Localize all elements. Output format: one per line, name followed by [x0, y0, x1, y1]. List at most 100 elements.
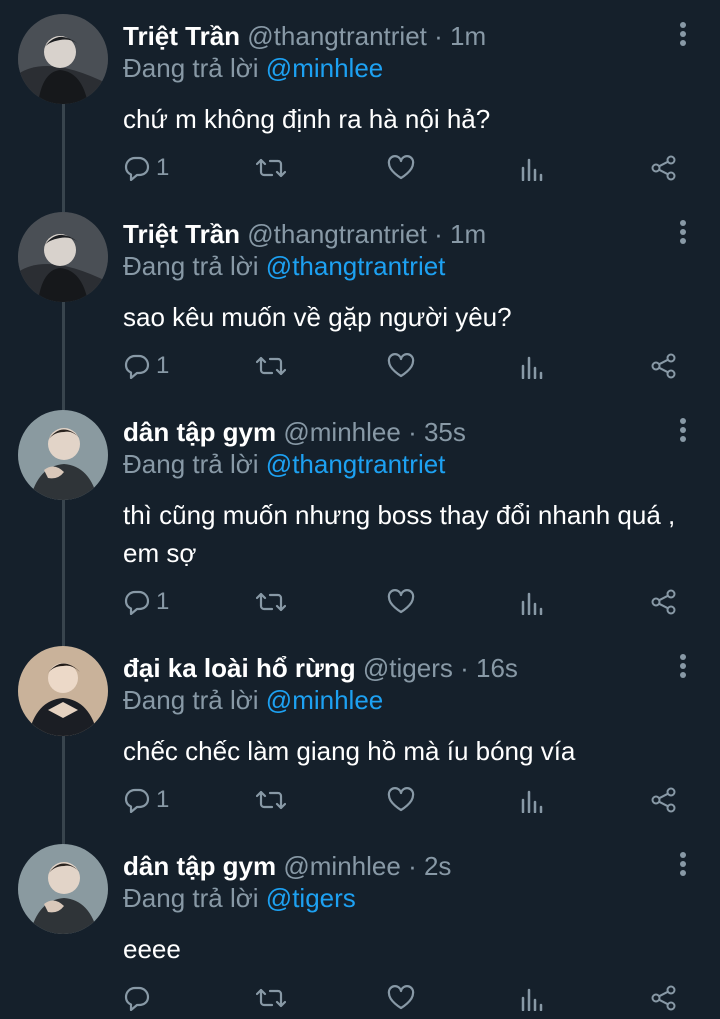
display-name[interactable]: đại ka loài hổ rừng: [123, 653, 356, 683]
user-handle[interactable]: @minhlee: [283, 417, 400, 447]
analytics-icon: [521, 988, 543, 1011]
reply-prefix: Đang trả lời: [123, 883, 259, 913]
reply-icon: [124, 590, 150, 615]
tweet[interactable]: dân tập gym @minhlee · 2s Đang trả lời @…: [0, 830, 720, 1019]
reply-button[interactable]: 1: [124, 582, 169, 622]
reply-count: 1: [156, 588, 170, 615]
avatar[interactable]: [18, 212, 108, 302]
user-handle[interactable]: @thangtrantriet: [247, 219, 427, 249]
tweet-text: thì cũng muốn nhưng boss thay đổi nhanh …: [123, 500, 676, 568]
reply-mention-link[interactable]: @minhlee: [266, 53, 383, 83]
tweet[interactable]: đại ka loài hổ rừng @tigers · 16s Đang t…: [0, 632, 720, 842]
avatar[interactable]: [18, 14, 108, 104]
analytics-button[interactable]: [520, 148, 544, 188]
reply-mention-link[interactable]: @tigers: [266, 883, 356, 913]
tweet-actions: 1: [0, 148, 720, 188]
tweet-thread: Triệt Trần @thangtrantriet · 1m Đang trả…: [0, 0, 720, 1019]
analytics-button[interactable]: [520, 780, 544, 820]
share-button[interactable]: [650, 780, 678, 820]
separator-dot: ·: [460, 653, 469, 683]
reply-icon: [124, 354, 150, 379]
analytics-button[interactable]: [520, 582, 544, 622]
tweet[interactable]: dân tập gym @minhlee · 35s Đang trả lời …: [0, 396, 720, 636]
reply-count: 1: [156, 352, 170, 379]
analytics-button[interactable]: [520, 978, 544, 1018]
share-icon: [651, 589, 676, 615]
share-button[interactable]: [650, 346, 678, 386]
reply-context: Đang trả lời @minhlee: [123, 684, 383, 716]
share-button[interactable]: [650, 582, 678, 622]
tweet-header: Triệt Trần @thangtrantriet · 1m: [123, 20, 486, 52]
like-icon: [387, 353, 415, 378]
timestamp[interactable]: 1m: [450, 219, 486, 249]
like-button[interactable]: [387, 978, 415, 1018]
tweet[interactable]: Triệt Trần @thangtrantriet · 1m Đang trả…: [0, 0, 720, 210]
reply-button[interactable]: 1: [124, 148, 169, 188]
display-name[interactable]: dân tập gym: [123, 851, 276, 881]
tweet[interactable]: Triệt Trần @thangtrantriet · 1m Đang trả…: [0, 198, 720, 408]
reply-button[interactable]: [124, 978, 156, 1018]
like-button[interactable]: [387, 148, 415, 188]
tweet-actions: [0, 978, 720, 1018]
timestamp[interactable]: 35s: [424, 417, 466, 447]
retweet-button[interactable]: [256, 780, 286, 820]
timestamp[interactable]: 16s: [476, 653, 518, 683]
reply-count: 1: [156, 154, 170, 181]
reply-button[interactable]: 1: [124, 780, 169, 820]
user-handle[interactable]: @thangtrantriet: [247, 21, 427, 51]
retweet-icon: [256, 988, 286, 1008]
reply-context: Đang trả lời @thangtrantriet: [123, 250, 445, 282]
tweet-text: chếc chếc làm giang hồ mà íu bóng vía: [123, 736, 576, 766]
like-icon: [387, 589, 415, 614]
reply-prefix: Đang trả lời: [123, 449, 259, 479]
share-button[interactable]: [650, 148, 678, 188]
retweet-icon: [256, 790, 286, 810]
reply-icon: [124, 788, 150, 813]
tweet-actions: 1: [0, 346, 720, 386]
tweet-actions: 1: [0, 780, 720, 820]
user-handle[interactable]: @minhlee: [283, 851, 400, 881]
more-vertical-icon[interactable]: [676, 852, 690, 882]
reply-mention-link[interactable]: @minhlee: [266, 685, 383, 715]
retweet-button[interactable]: [256, 978, 286, 1018]
tweet-text: chứ m không định ra hà nội hả?: [123, 104, 491, 134]
analytics-icon: [521, 592, 543, 615]
tweet-header: đại ka loài hổ rừng @tigers · 16s: [123, 652, 518, 684]
tweet-header: Triệt Trần @thangtrantriet · 1m: [123, 218, 486, 250]
reply-mention-link[interactable]: @thangtrantriet: [266, 449, 446, 479]
share-icon: [651, 353, 676, 379]
more-vertical-icon[interactable]: [676, 418, 690, 448]
like-icon: [387, 985, 415, 1010]
display-name[interactable]: Triệt Trần: [123, 219, 240, 249]
reply-context: Đang trả lời @minhlee: [123, 52, 383, 84]
share-icon: [651, 155, 676, 181]
retweet-button[interactable]: [256, 346, 286, 386]
timestamp[interactable]: 1m: [450, 21, 486, 51]
more-vertical-icon[interactable]: [676, 22, 690, 52]
more-vertical-icon[interactable]: [676, 654, 690, 684]
user-handle[interactable]: @tigers: [363, 653, 453, 683]
display-name[interactable]: Triệt Trần: [123, 21, 240, 51]
tweet-text: sao kêu muốn về gặp người yêu?: [123, 302, 512, 332]
like-button[interactable]: [387, 780, 415, 820]
display-name[interactable]: dân tập gym: [123, 417, 276, 447]
like-icon: [387, 787, 415, 812]
avatar[interactable]: [18, 844, 108, 934]
reply-context: Đang trả lời @tigers: [123, 882, 356, 914]
more-vertical-icon[interactable]: [676, 220, 690, 250]
analytics-icon: [521, 158, 543, 181]
retweet-button[interactable]: [256, 582, 286, 622]
reply-button[interactable]: 1: [124, 346, 169, 386]
like-button[interactable]: [387, 346, 415, 386]
share-button[interactable]: [650, 978, 678, 1018]
analytics-button[interactable]: [520, 346, 544, 386]
avatar[interactable]: [18, 646, 108, 736]
reply-mention-link[interactable]: @thangtrantriet: [266, 251, 446, 281]
like-button[interactable]: [387, 582, 415, 622]
retweet-icon: [256, 356, 286, 376]
reply-prefix: Đang trả lời: [123, 685, 259, 715]
retweet-button[interactable]: [256, 148, 286, 188]
separator-dot: ·: [434, 219, 443, 249]
avatar[interactable]: [18, 410, 108, 500]
timestamp[interactable]: 2s: [424, 851, 451, 881]
